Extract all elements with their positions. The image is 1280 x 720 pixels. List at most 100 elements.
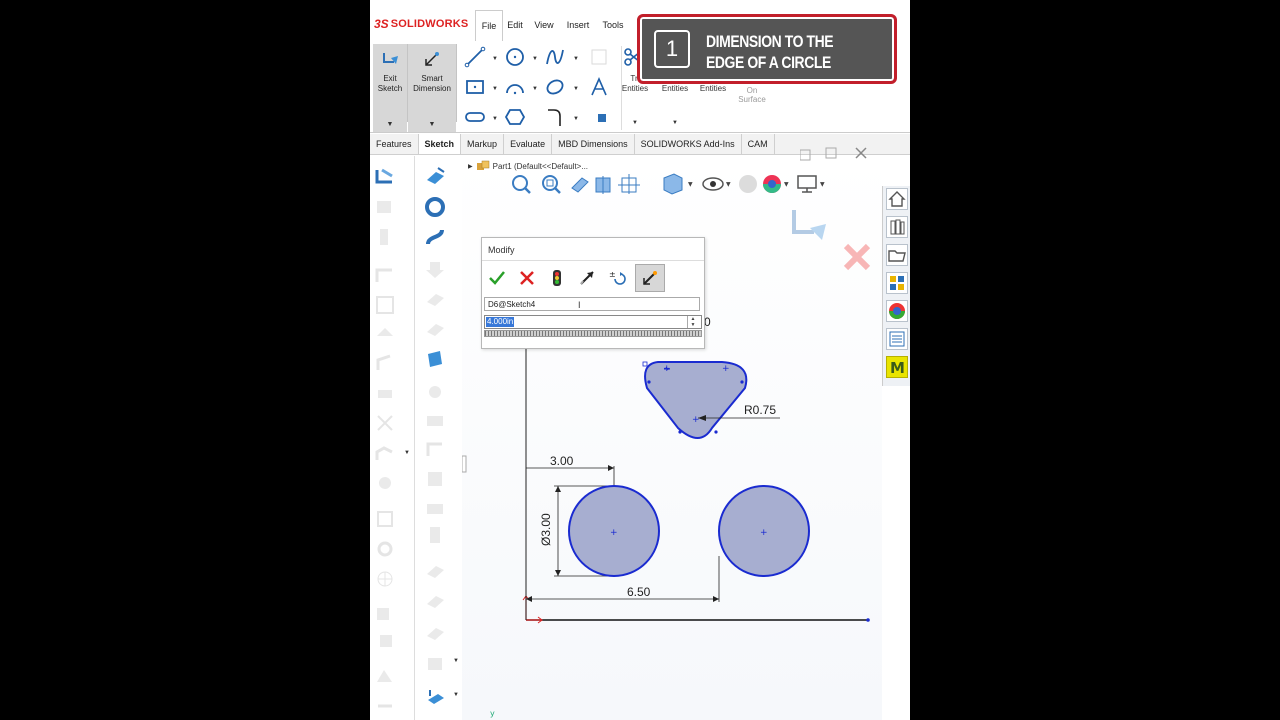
thumbwheel-slider[interactable] <box>484 330 702 337</box>
faded-feature-icon[interactable] <box>374 664 396 686</box>
tab-features[interactable]: Features <box>370 134 419 154</box>
tab-solidworks-add-ins[interactable]: SOLIDWORKS Add-Ins <box>635 134 742 154</box>
center-distance-dimension[interactable]: 6.50 <box>627 585 651 599</box>
panel-splitter-handle[interactable] <box>462 455 467 473</box>
mysolidworks-tab[interactable]: M <box>886 356 908 378</box>
line-dropdown-icon[interactable]: ▼ <box>492 56 498 62</box>
diameter-dimension[interactable]: Ø3.00 <box>539 513 553 546</box>
rectangle-tool[interactable] <box>464 76 492 100</box>
trim-dropdown-icon[interactable]: ▼ <box>632 120 638 126</box>
faded-feature-icon[interactable] <box>374 472 396 494</box>
menu-file[interactable]: File <box>475 10 503 41</box>
reverse-sense-button[interactable] <box>575 266 599 290</box>
menu-insert[interactable]: Insert <box>563 10 593 40</box>
sketch-point[interactable] <box>647 380 651 384</box>
toolbar-dropdown-icon[interactable]: ▼ <box>453 658 459 664</box>
plane-tool[interactable] <box>592 108 620 132</box>
arc-tool[interactable] <box>504 76 532 100</box>
tolerance-button[interactable]: ± <box>605 266 629 290</box>
faded-feature-icon[interactable] <box>424 590 446 612</box>
tab-mbd-dimensions[interactable]: MBD Dimensions <box>552 134 635 154</box>
smart-dimension-dropdown[interactable]: ▼ <box>408 118 456 132</box>
faded-feature-icon[interactable] <box>374 632 396 654</box>
faded-feature-icon[interactable] <box>424 622 446 644</box>
faded-feature-icon[interactable] <box>374 382 396 404</box>
radius-dimension[interactable]: R0.75 <box>744 403 776 417</box>
line-tool[interactable] <box>464 46 492 70</box>
circle-dropdown-icon[interactable]: ▼ <box>532 56 538 62</box>
value-spinner[interactable]: ▲ ▼ <box>687 316 698 328</box>
toolbar-dropdown-icon[interactable]: ▼ <box>404 450 410 456</box>
faded-feature-icon[interactable] <box>374 538 396 560</box>
slot-tool[interactable] <box>464 106 492 130</box>
faded-feature-icon[interactable] <box>374 226 396 248</box>
exit-sketch-dropdown[interactable]: ▼ <box>373 118 407 132</box>
reference-dropdown-icon[interactable]: ▼ <box>453 692 459 698</box>
rebuild-button[interactable] <box>545 266 569 290</box>
top-dimension-value[interactable]: 0 <box>704 315 711 329</box>
text-tool[interactable] <box>588 76 616 100</box>
arc-dropdown-icon[interactable]: ▼ <box>532 86 538 92</box>
faded-feature-icon[interactable] <box>374 294 396 316</box>
faded-feature-icon[interactable] <box>374 692 396 714</box>
tab-cam[interactable]: CAM <box>742 134 775 154</box>
faded-feature-icon[interactable] <box>424 468 446 490</box>
rounded-triangle-profile[interactable] <box>644 361 748 439</box>
convert-dropdown-icon[interactable]: ▼ <box>672 120 678 126</box>
plane-feature-icon[interactable] <box>424 348 446 370</box>
faded-feature-icon[interactable] <box>424 524 446 546</box>
faded-feature-icon[interactable] <box>424 496 446 518</box>
ok-button[interactable] <box>485 266 509 290</box>
tab-markup[interactable]: Markup <box>461 134 505 154</box>
file-explorer-tab[interactable] <box>886 244 908 266</box>
modify-dialog[interactable]: Modify ± D6@Sketch4 I 4.000in ▲ ▼ <box>481 237 705 349</box>
faded-feature-icon[interactable] <box>374 602 396 624</box>
faded-feature-icon[interactable] <box>424 408 446 430</box>
sketch-point[interactable] <box>642 361 648 367</box>
fillet-dropdown-icon[interactable]: ▼ <box>573 116 579 122</box>
faded-feature-icon[interactable] <box>424 438 446 460</box>
faded-feature-icon[interactable] <box>424 318 446 340</box>
swept-boss-icon[interactable] <box>424 226 446 248</box>
faded-feature-icon[interactable] <box>374 568 396 590</box>
sketch-tool-faded[interactable] <box>588 46 616 70</box>
view-palette-tab[interactable] <box>886 272 908 294</box>
mark-dimension-button[interactable] <box>635 264 665 292</box>
menu-edit[interactable]: Edit <box>503 10 527 40</box>
custom-properties-tab[interactable] <box>886 328 908 350</box>
tab-evaluate[interactable]: Evaluate <box>504 134 553 154</box>
faded-feature-icon[interactable] <box>374 264 396 286</box>
fillet-tool[interactable] <box>544 106 572 130</box>
rectangle-dropdown-icon[interactable]: ▼ <box>492 86 498 92</box>
appearances-tab[interactable] <box>886 300 908 322</box>
sketch-point[interactable] <box>678 430 682 434</box>
extruded-boss-icon[interactable] <box>424 166 446 188</box>
menu-tools[interactable]: Tools <box>598 10 628 40</box>
dimension-name-field[interactable]: D6@Sketch4 <box>484 297 700 311</box>
cancel-button[interactable] <box>515 266 539 290</box>
circle-tool[interactable] <box>504 46 532 70</box>
sketch-point[interactable] <box>714 430 718 434</box>
polygon-tool[interactable] <box>504 106 532 130</box>
faded-feature-icon[interactable] <box>374 322 396 344</box>
faded-feature-icon[interactable] <box>374 196 396 218</box>
spline-dropdown-icon[interactable]: ▼ <box>573 56 579 62</box>
smart-dimension-button[interactable]: Smart Dimension <box>408 44 457 122</box>
home-tab[interactable] <box>886 188 908 210</box>
sketch-endpoint[interactable] <box>866 618 870 622</box>
menu-view[interactable]: View <box>531 10 557 40</box>
faded-feature-icon[interactable] <box>424 288 446 310</box>
faded-feature-icon[interactable] <box>374 508 396 530</box>
slot-dropdown-icon[interactable]: ▼ <box>492 116 498 122</box>
sheet-metal-flange-icon[interactable] <box>374 166 396 188</box>
ellipse-tool[interactable] <box>544 76 572 100</box>
design-library-tab[interactable] <box>886 216 908 238</box>
faded-feature-icon[interactable] <box>374 352 396 374</box>
faded-feature-icon[interactable] <box>374 412 396 434</box>
spline-tool[interactable] <box>544 46 572 70</box>
dimension-value-input[interactable] <box>484 315 702 329</box>
faded-feature-icon[interactable] <box>374 444 396 466</box>
revolved-boss-icon[interactable] <box>424 196 446 218</box>
faded-feature-icon[interactable] <box>424 560 446 582</box>
faded-feature-icon[interactable] <box>424 378 446 400</box>
